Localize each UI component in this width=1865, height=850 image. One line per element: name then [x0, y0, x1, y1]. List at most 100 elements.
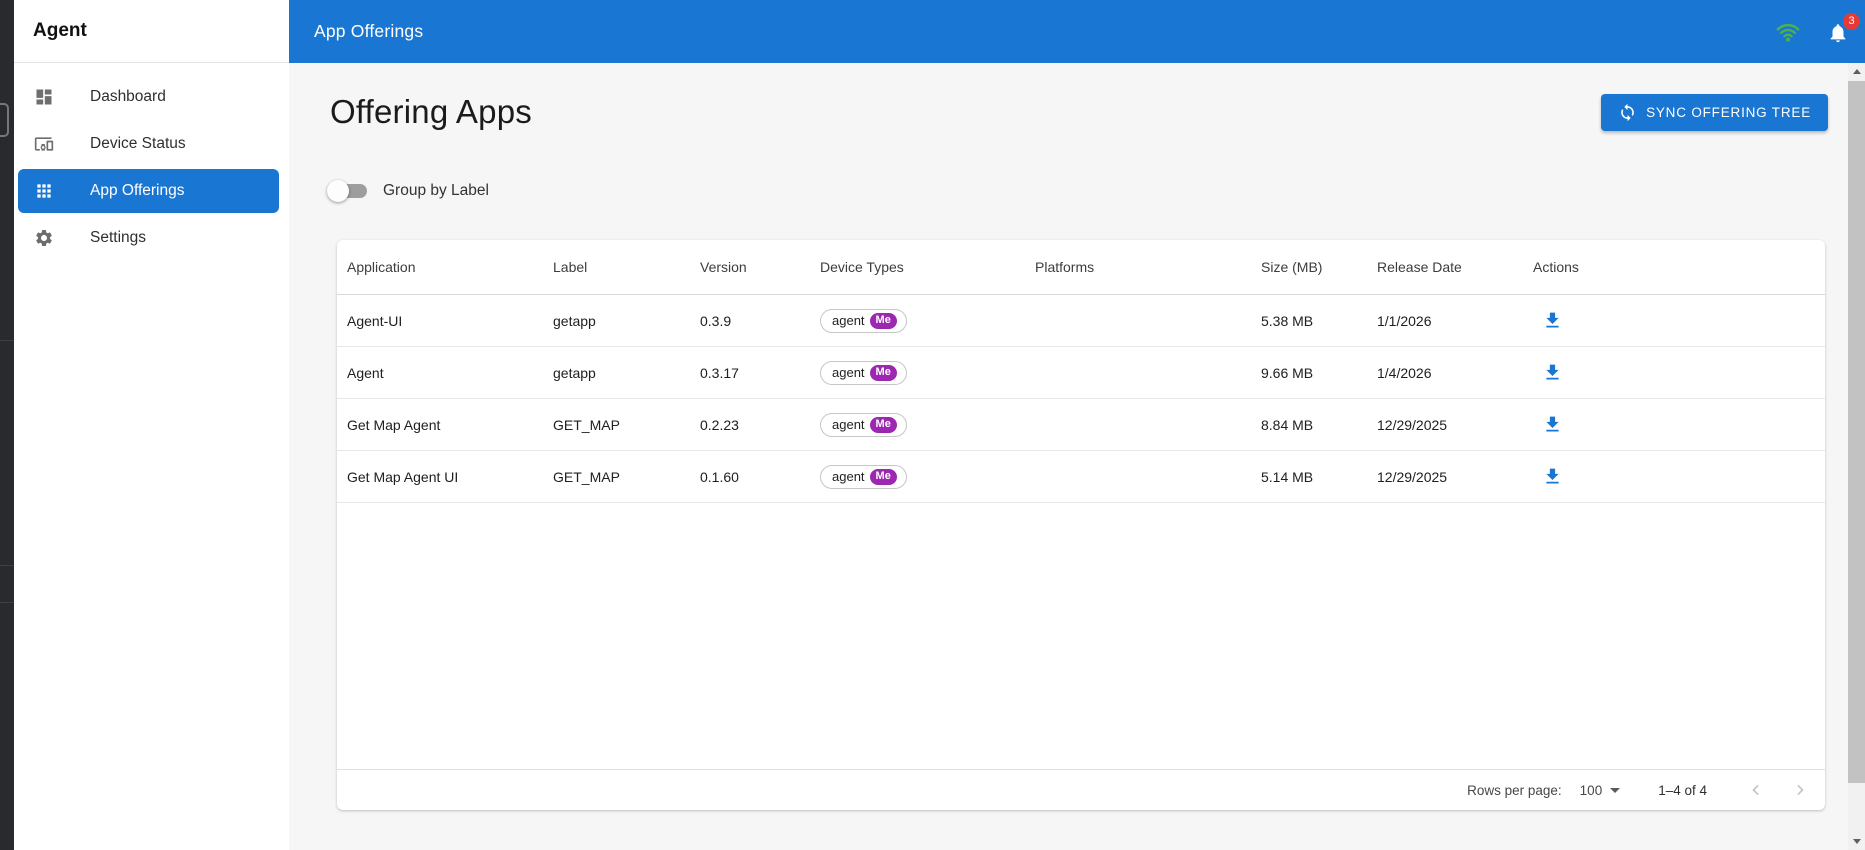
me-badge: Me	[869, 312, 897, 329]
cell-actions	[1533, 460, 1825, 494]
vertical-scrollbar[interactable]	[1848, 63, 1865, 850]
download-button[interactable]	[1535, 408, 1569, 442]
cell-release-date: 1/1/2026	[1377, 312, 1432, 329]
main-content: Offering Apps SYNC OFFERING TREE Group b…	[289, 63, 1848, 850]
gear-icon	[36, 230, 52, 246]
chevron-right-icon	[1797, 784, 1804, 796]
download-button[interactable]	[1535, 304, 1569, 338]
strip-divider	[0, 602, 14, 603]
cell-application: Get Map Agent	[347, 416, 441, 433]
cell-version: 0.3.17	[700, 364, 739, 381]
sidebar-item-app-offerings[interactable]: App Offerings	[18, 169, 279, 213]
cell-application: Agent	[347, 364, 384, 381]
strip-divider	[0, 340, 14, 341]
download-icon	[1545, 468, 1559, 484]
chevron-down-icon	[1610, 787, 1621, 793]
table-row: Agent-UI getapp 0.3.9 agent Me 5.38 MB 1/…	[337, 295, 1825, 347]
table-empty-area	[337, 503, 1825, 769]
sidebar-item-label: Settings	[90, 229, 147, 246]
appbar-actions: 3	[1775, 12, 1860, 45]
sidebar-item-label: Dashboard	[90, 88, 166, 105]
notifications-button[interactable]: 3	[1827, 12, 1860, 45]
sidebar-item-dashboard[interactable]: Dashboard	[18, 75, 279, 119]
cell-label: getapp	[553, 312, 596, 329]
dashboard-icon	[36, 89, 52, 105]
table-row: Get Map Agent UI GET_MAP 0.1.60 agent Me …	[337, 451, 1825, 503]
group-by-label-text: Group by Label	[383, 182, 489, 199]
rows-per-page-select[interactable]: 100	[1580, 783, 1621, 798]
offerings-table-card: Application Label Version Device Types P…	[337, 240, 1825, 810]
column-header-version: Version	[700, 259, 747, 275]
me-badge: Me	[869, 364, 897, 381]
download-icon	[1545, 312, 1559, 328]
table-header-row: Application Label Version Device Types P…	[337, 240, 1825, 295]
appbar: App Offerings 3	[289, 0, 1865, 63]
download-button[interactable]	[1535, 460, 1569, 494]
device-type-chip: agent Me	[820, 308, 907, 333]
sidebar-nav: Dashboard Device Status App Offerings Se…	[14, 63, 289, 260]
cell-actions	[1533, 408, 1825, 442]
cell-release-date: 12/29/2025	[1377, 468, 1448, 485]
table-row: Agent getapp 0.3.17 agent Me 9.66 MB 1/4/…	[337, 347, 1825, 399]
table-row: Get Map Agent GET_MAP 0.2.23 agent Me 8.8…	[337, 399, 1825, 451]
device-type-chip: agent Me	[820, 360, 907, 385]
cell-actions	[1533, 356, 1825, 390]
browser-side-strip	[0, 0, 14, 850]
app-title: Agent	[33, 20, 87, 41]
page-title: Offering Apps	[330, 93, 532, 130]
column-header-label: Label	[553, 259, 588, 275]
cell-application: Agent-UI	[347, 312, 403, 329]
cell-application: Get Map Agent UI	[347, 468, 459, 485]
sidebar: Agent Dashboard Device Status App Offeri…	[14, 0, 289, 850]
me-badge: Me	[869, 468, 897, 485]
download-icon	[1545, 416, 1559, 432]
sync-offering-tree-button[interactable]: SYNC OFFERING TREE	[1601, 93, 1828, 131]
me-badge: Me	[869, 416, 897, 433]
sidebar-item-device-status[interactable]: Device Status	[18, 122, 279, 166]
wifi-status-icon	[1775, 19, 1801, 45]
cell-version: 0.1.60	[700, 468, 739, 485]
device-type-name: agent	[832, 417, 865, 432]
column-header-platforms: Platforms	[1035, 259, 1095, 275]
download-button[interactable]	[1535, 356, 1569, 390]
scrollbar-thumb[interactable]	[1848, 81, 1865, 783]
apps-grid-icon	[37, 184, 51, 198]
sidebar-item-label: App Offerings	[90, 182, 185, 199]
devices-icon	[34, 137, 54, 151]
previous-page-button[interactable]	[1741, 775, 1771, 805]
column-header-release-date: Release Date	[1377, 259, 1462, 275]
cell-size: 8.84 MB	[1261, 416, 1314, 433]
cell-device-types: agent Me	[820, 464, 1035, 489]
group-by-label-toggle[interactable]	[327, 179, 372, 203]
scrollbar-down-arrow[interactable]	[1848, 833, 1865, 850]
cell-label: getapp	[553, 364, 596, 381]
table-body: Agent-UI getapp 0.3.9 agent Me 5.38 MB 1/…	[337, 295, 1825, 503]
cell-release-date: 1/4/2026	[1377, 364, 1432, 381]
pagination-range: 1–4 of 4	[1658, 782, 1707, 798]
device-type-chip: agent Me	[820, 412, 907, 437]
sidebar-item-label: Device Status	[90, 135, 186, 152]
device-type-name: agent	[832, 365, 865, 380]
cell-device-types: agent Me	[820, 360, 1035, 385]
column-header-actions: Actions	[1533, 259, 1579, 275]
sync-button-label: SYNC OFFERING TREE	[1646, 104, 1811, 120]
sidebar-item-settings[interactable]: Settings	[18, 216, 279, 260]
side-panel-handle[interactable]	[0, 103, 9, 137]
pagination-bar: Rows per page: 100 1–4 of 4	[337, 769, 1825, 810]
device-type-chip: agent Me	[820, 464, 907, 489]
toggle-thumb	[327, 180, 349, 202]
sidebar-header: Agent	[14, 0, 289, 63]
column-header-application: Application	[347, 259, 416, 275]
next-page-button[interactable]	[1785, 775, 1815, 805]
device-type-name: agent	[832, 313, 865, 328]
cell-version: 0.3.9	[700, 312, 732, 329]
appbar-title: App Offerings	[314, 21, 424, 41]
device-type-name: agent	[832, 469, 865, 484]
rows-per-page-label: Rows per page:	[1467, 782, 1562, 798]
cell-device-types: agent Me	[820, 412, 1035, 437]
cell-device-types: agent Me	[820, 308, 1035, 333]
cell-label: GET_MAP	[553, 416, 620, 433]
cell-size: 9.66 MB	[1261, 364, 1314, 381]
scrollbar-up-arrow[interactable]	[1848, 63, 1865, 80]
cell-size: 5.38 MB	[1261, 312, 1314, 329]
